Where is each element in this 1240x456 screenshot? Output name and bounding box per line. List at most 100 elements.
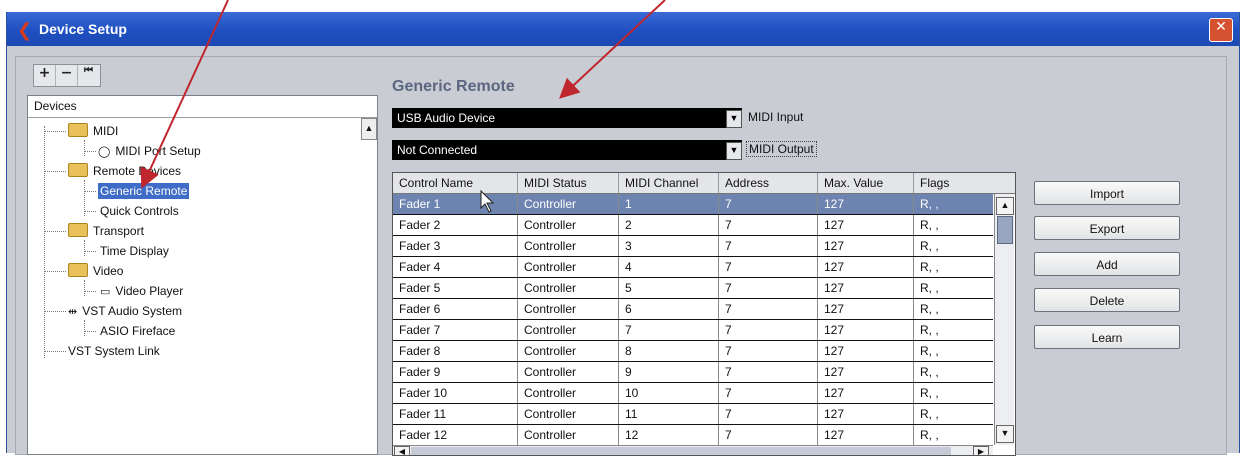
table-row[interactable]: Fader 1 Controller 1 7 127 R, , bbox=[393, 194, 993, 215]
address-cell[interactable]: 7 bbox=[719, 215, 818, 235]
tree-item-video[interactable]: Video bbox=[44, 262, 123, 280]
table-row[interactable]: Fader 6 Controller 6 7 127 R, , bbox=[393, 299, 993, 320]
tree-item-time-display[interactable]: Time Display bbox=[84, 242, 169, 260]
midi-status-cell[interactable]: Controller bbox=[518, 236, 619, 256]
title-bar[interactable]: ❮ Device Setup ✕ bbox=[7, 12, 1239, 46]
max-value-cell[interactable]: 127 bbox=[818, 236, 914, 256]
import-button[interactable]: Import bbox=[1034, 181, 1180, 205]
address-cell[interactable]: 7 bbox=[719, 362, 818, 382]
scroll-down-icon[interactable]: ▼ bbox=[996, 425, 1014, 443]
midi-status-cell[interactable]: Controller bbox=[518, 215, 619, 235]
table-row[interactable]: Fader 10 Controller 10 7 127 R, , bbox=[393, 383, 993, 404]
midi-channel-cell[interactable]: 8 bbox=[619, 341, 719, 361]
max-value-cell[interactable]: 127 bbox=[818, 278, 914, 298]
reset-device-button[interactable]: ⏮ bbox=[78, 65, 99, 86]
tree-item-transport[interactable]: Transport bbox=[44, 222, 144, 240]
tree-item-remote-devices[interactable]: Remote Devices bbox=[44, 162, 181, 180]
midi-status-cell[interactable]: Controller bbox=[518, 341, 619, 361]
max-value-cell[interactable]: 127 bbox=[818, 215, 914, 235]
control-name-cell[interactable]: Fader 5 bbox=[393, 278, 518, 298]
table-row[interactable]: Fader 12 Controller 12 7 127 R, , bbox=[393, 425, 993, 446]
midi-input-select[interactable]: USB Audio Device ▼ bbox=[392, 108, 742, 128]
table-row[interactable]: Fader 9 Controller 9 7 127 R, , bbox=[393, 362, 993, 383]
control-name-cell[interactable]: Fader 2 bbox=[393, 215, 518, 235]
address-cell[interactable]: 7 bbox=[719, 404, 818, 424]
flags-cell[interactable]: R, , bbox=[914, 341, 993, 361]
flags-cell[interactable]: R, , bbox=[914, 278, 993, 298]
column-midi-channel[interactable]: MIDI Channel bbox=[619, 173, 719, 193]
control-name-cell[interactable]: Fader 7 bbox=[393, 320, 518, 340]
max-value-cell[interactable]: 127 bbox=[818, 362, 914, 382]
address-cell[interactable]: 7 bbox=[719, 383, 818, 403]
flags-cell[interactable]: R, , bbox=[914, 236, 993, 256]
tree-item-midi[interactable]: MIDI bbox=[44, 122, 118, 140]
table-row[interactable]: Fader 8 Controller 8 7 127 R, , bbox=[393, 341, 993, 362]
tree-item-quick-controls[interactable]: Quick Controls bbox=[84, 202, 179, 220]
address-cell[interactable]: 7 bbox=[719, 257, 818, 277]
control-name-cell[interactable]: Fader 9 bbox=[393, 362, 518, 382]
devices-tree[interactable]: Devices ▲ MIDI ◯ MIDI Port Setup Remote D… bbox=[27, 95, 378, 455]
max-value-cell[interactable]: 127 bbox=[818, 299, 914, 319]
table-row[interactable]: Fader 7 Controller 7 7 127 R, , bbox=[393, 320, 993, 341]
flags-cell[interactable]: R, , bbox=[914, 425, 993, 445]
column-max-value[interactable]: Max. Value bbox=[818, 173, 914, 193]
midi-channel-cell[interactable]: 9 bbox=[619, 362, 719, 382]
max-value-cell[interactable]: 127 bbox=[818, 404, 914, 424]
address-cell[interactable]: 7 bbox=[719, 320, 818, 340]
midi-channel-cell[interactable]: 6 bbox=[619, 299, 719, 319]
midi-status-cell[interactable]: Controller bbox=[518, 404, 619, 424]
table-row[interactable]: Fader 4 Controller 4 7 127 R, , bbox=[393, 257, 993, 278]
export-button[interactable]: Export bbox=[1034, 216, 1180, 240]
midi-status-cell[interactable]: Controller bbox=[518, 278, 619, 298]
address-cell[interactable]: 7 bbox=[719, 341, 818, 361]
tree-item-asio-fireface[interactable]: ASIO Fireface bbox=[84, 322, 175, 340]
address-cell[interactable]: 7 bbox=[719, 299, 818, 319]
control-name-cell[interactable]: Fader 12 bbox=[393, 425, 518, 445]
scroll-thumb[interactable] bbox=[997, 216, 1013, 244]
tree-item-vst-system-link[interactable]: VST System Link bbox=[44, 342, 160, 360]
midi-channel-cell[interactable]: 3 bbox=[619, 236, 719, 256]
max-value-cell[interactable]: 127 bbox=[818, 320, 914, 340]
control-name-cell[interactable]: Fader 10 bbox=[393, 383, 518, 403]
table-row[interactable]: Fader 11 Controller 11 7 127 R, , bbox=[393, 404, 993, 425]
address-cell[interactable]: 7 bbox=[719, 194, 818, 214]
learn-button[interactable]: Learn bbox=[1034, 325, 1180, 349]
tree-item-midi-port-setup[interactable]: ◯ MIDI Port Setup bbox=[84, 142, 201, 160]
midi-channel-cell[interactable]: 2 bbox=[619, 215, 719, 235]
tree-item-vst-audio-system[interactable]: ⇹ VST Audio System bbox=[44, 302, 182, 320]
delete-button[interactable]: Delete bbox=[1034, 288, 1180, 312]
chevron-down-icon[interactable]: ▼ bbox=[726, 110, 742, 128]
scroll-right-icon[interactable]: ▶ bbox=[973, 446, 989, 455]
address-cell[interactable]: 7 bbox=[719, 236, 818, 256]
flags-cell[interactable]: R, , bbox=[914, 215, 993, 235]
scroll-up-icon[interactable]: ▲ bbox=[996, 197, 1014, 215]
table-horizontal-scrollbar[interactable]: ◀ ▶ bbox=[393, 445, 993, 455]
midi-channel-cell[interactable]: 7 bbox=[619, 320, 719, 340]
max-value-cell[interactable]: 127 bbox=[818, 425, 914, 445]
column-control-name[interactable]: Control Name bbox=[393, 173, 518, 193]
max-value-cell[interactable]: 127 bbox=[818, 383, 914, 403]
midi-channel-cell[interactable]: 12 bbox=[619, 425, 719, 445]
midi-channel-cell[interactable]: 1 bbox=[619, 194, 719, 214]
column-address[interactable]: Address bbox=[719, 173, 818, 193]
max-value-cell[interactable]: 127 bbox=[818, 341, 914, 361]
midi-channel-cell[interactable]: 11 bbox=[619, 404, 719, 424]
flags-cell[interactable]: R, , bbox=[914, 320, 993, 340]
scroll-thumb[interactable] bbox=[411, 447, 951, 455]
tree-item-video-player[interactable]: ▭ Video Player bbox=[84, 282, 183, 300]
close-button[interactable]: ✕ bbox=[1209, 18, 1233, 42]
control-name-cell[interactable]: Fader 4 bbox=[393, 257, 518, 277]
max-value-cell[interactable]: 127 bbox=[818, 194, 914, 214]
midi-status-cell[interactable]: Controller bbox=[518, 383, 619, 403]
scroll-left-icon[interactable]: ◀ bbox=[394, 446, 410, 455]
midi-status-cell[interactable]: Controller bbox=[518, 194, 619, 214]
table-row[interactable]: Fader 2 Controller 2 7 127 R, , bbox=[393, 215, 993, 236]
add-button[interactable]: Add bbox=[1034, 252, 1180, 276]
column-flags[interactable]: Flags bbox=[914, 173, 1015, 193]
control-name-cell[interactable]: Fader 6 bbox=[393, 299, 518, 319]
midi-output-select[interactable]: Not Connected ▼ bbox=[392, 140, 742, 160]
control-name-cell[interactable]: Fader 11 bbox=[393, 404, 518, 424]
midi-channel-cell[interactable]: 5 bbox=[619, 278, 719, 298]
remove-device-button[interactable]: − bbox=[56, 65, 78, 86]
flags-cell[interactable]: R, , bbox=[914, 404, 993, 424]
